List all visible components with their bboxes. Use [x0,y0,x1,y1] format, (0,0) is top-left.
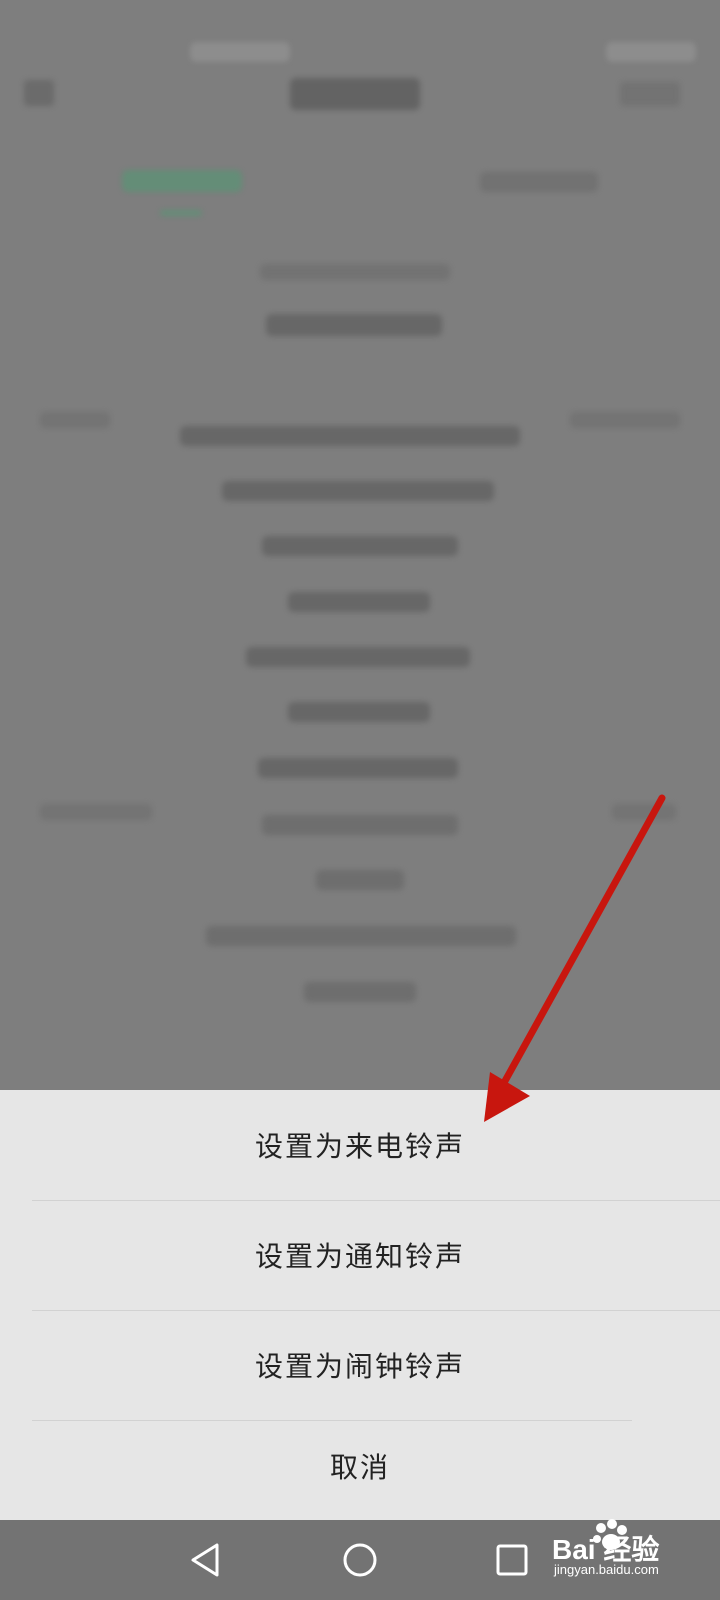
watermark-url: jingyan.baidu.com [554,1562,659,1577]
back-arrow-icon [24,80,54,106]
time-right [570,412,680,428]
nav-home-button[interactable] [336,1536,384,1584]
triangle-back-icon [191,1543,219,1577]
status-left-indicators [190,42,290,62]
app-bar [0,70,720,118]
lyric-line [288,592,430,612]
square-recents-icon [496,1544,528,1576]
lyric-line [304,982,416,1002]
time-right-2 [612,804,676,820]
status-bar [0,36,720,70]
lyric-line [206,926,516,946]
lyric-line [316,870,404,890]
cancel-button[interactable]: 取消 [0,1416,720,1516]
background-screen [0,0,720,1090]
lyric-line [180,426,520,446]
circle-home-icon [343,1543,377,1577]
set-ringtone-notification-button[interactable]: 设置为通知铃声 [0,1200,720,1310]
set-ringtone-alarm-button[interactable]: 设置为闹钟铃声 [0,1310,720,1420]
tab-active [122,170,242,192]
app-bar-action [620,82,680,106]
lyric-line [258,758,458,778]
lyric-line [246,647,470,667]
tab-indicator [160,210,202,216]
lyric-line [288,702,430,722]
lyric-line [260,264,450,280]
tab-inactive [480,172,598,192]
action-sheet: 设置为来电铃声 设置为通知铃声 设置为闹钟铃声 取消 [0,1090,720,1520]
nav-recents-button[interactable] [488,1536,536,1584]
status-right-indicators [606,42,696,62]
time-left [40,412,110,428]
lyric-line [262,536,458,556]
time-left-2 [40,804,152,820]
lyric-line [222,481,494,501]
page-title [290,78,420,110]
nav-back-button[interactable] [182,1536,230,1584]
lyric-line [266,314,442,336]
baidu-jingyan-watermark: Bai 经验 jingyan.baidu.com [552,1519,712,1582]
set-ringtone-call-button[interactable]: 设置为来电铃声 [0,1090,720,1200]
lyric-line [262,815,458,835]
